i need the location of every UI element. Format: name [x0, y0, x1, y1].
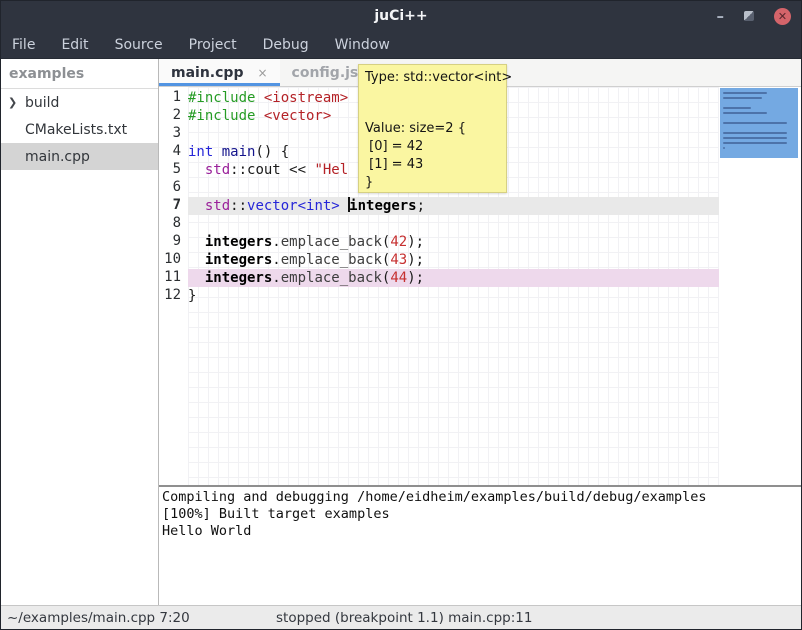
minimap-code-line — [723, 122, 787, 124]
tooltip-value-line: [1] = 43 — [365, 156, 500, 174]
minimap-code-line — [723, 107, 751, 109]
minimap-code-line — [723, 132, 787, 134]
restore-icon[interactable] — [744, 11, 754, 21]
minimap-viewport[interactable] — [720, 88, 798, 158]
console-output-line: Hello World — [162, 523, 801, 540]
code-line-12[interactable]: 12} — [159, 287, 719, 305]
file-tree-sidebar: examples ❯ build CMakeLists.txt main.cpp — [1, 59, 159, 605]
menubar: File Edit Source Project Debug Window — [1, 31, 801, 59]
menu-window[interactable]: Window — [335, 33, 390, 57]
sidebar-project-header: examples — [1, 59, 158, 89]
tooltip-value-block: Value: size=2 { [0] = 42 [1] = 43} — [365, 120, 500, 192]
line-number[interactable]: 10 — [159, 251, 188, 269]
code-line-11[interactable]: 11 integers.emplace_back(44); — [159, 269, 719, 287]
status-debug-state: stopped (breakpoint 1.1) main.cpp:11 — [276, 610, 532, 626]
minimize-icon[interactable]: – — [717, 11, 725, 21]
sidebar-item-build[interactable]: ❯ build — [1, 89, 158, 116]
tab-main-cpp[interactable]: main.cpp × — [159, 59, 280, 86]
sidebar-item-label: build — [25, 95, 59, 111]
statusbar: ~/examples/main.cpp 7:20 stopped (breakp… — [1, 605, 801, 629]
code-text — [188, 215, 719, 233]
line-number[interactable]: 5 — [159, 161, 188, 179]
line-number[interactable]: 6 — [159, 179, 188, 197]
line-number[interactable]: 9 — [159, 233, 188, 251]
minimap-code-line — [723, 142, 787, 144]
close-icon[interactable]: ✕ — [774, 8, 791, 25]
line-number[interactable]: 7 — [159, 197, 188, 215]
tooltip-value-line: } — [365, 174, 500, 192]
debug-value-tooltip: Type: std::vector<int> Value: size=2 { [… — [358, 64, 507, 193]
code-text: integers.emplace_back(44); — [188, 269, 719, 287]
menu-source[interactable]: Source — [115, 33, 163, 57]
app-window: juCi++ – ✕ File Edit Source Project Debug Win… — [0, 0, 802, 630]
menu-file[interactable]: File — [12, 33, 35, 57]
minimap[interactable] — [719, 87, 801, 485]
line-number[interactable]: 8 — [159, 215, 188, 233]
sidebar-items: ❯ build CMakeLists.txt main.cpp — [1, 89, 158, 170]
tab-label: main.cpp — [171, 65, 243, 81]
code-text: } — [188, 287, 719, 305]
minimap-code-line — [723, 92, 767, 94]
minimap-code-line — [723, 97, 762, 99]
code-line-7[interactable]: 7 std::vector<int> integers; — [159, 197, 719, 215]
tooltip-type-line: Type: std::vector<int> — [365, 69, 500, 87]
tooltip-value-line: Value: size=2 { — [365, 120, 500, 138]
window-title: juCi++ — [374, 8, 427, 24]
minimap-code-line — [723, 137, 787, 139]
line-number[interactable]: 4 — [159, 143, 188, 161]
sidebar-item-cmakelists-txt[interactable]: CMakeLists.txt — [1, 116, 158, 143]
sidebar-item-label: main.cpp — [25, 149, 90, 165]
menu-project[interactable]: Project — [189, 33, 237, 57]
sidebar-item-main-cpp[interactable]: main.cpp — [1, 143, 158, 170]
menu-edit[interactable]: Edit — [61, 33, 88, 57]
menu-debug[interactable]: Debug — [263, 33, 309, 57]
tab-close-icon[interactable]: × — [257, 66, 267, 80]
code-line-10[interactable]: 10 integers.emplace_back(43); — [159, 251, 719, 269]
titlebar: juCi++ – ✕ — [1, 1, 801, 31]
code-text: integers.emplace_back(43); — [188, 251, 719, 269]
line-number[interactable]: 12 — [159, 287, 188, 305]
code-line-9[interactable]: 9 integers.emplace_back(42); — [159, 233, 719, 251]
code-text: integers.emplace_back(42); — [188, 233, 719, 251]
line-number[interactable]: 11 — [159, 269, 188, 287]
sidebar-item-label: CMakeLists.txt — [25, 122, 127, 138]
expand-chevron-icon[interactable]: ❯ — [8, 96, 17, 109]
line-number[interactable]: 1 — [159, 89, 188, 107]
console-output-line: Compiling and debugging /home/eidheim/ex… — [162, 489, 801, 506]
debug-console[interactable]: Compiling and debugging /home/eidheim/ex… — [159, 485, 801, 605]
status-file-position: ~/examples/main.cpp 7:20 — [1, 610, 190, 626]
tooltip-value-line: [0] = 42 — [365, 138, 500, 156]
console-output-line: [100%] Built target examples — [162, 506, 801, 523]
window-controls: – ✕ — [717, 1, 792, 31]
minimap-code-line — [723, 147, 725, 149]
code-line-8[interactable]: 8 — [159, 215, 719, 233]
line-number[interactable]: 2 — [159, 107, 188, 125]
minimap-code-line — [723, 112, 767, 114]
code-text: std::vector<int> integers; — [188, 197, 719, 215]
line-number[interactable]: 3 — [159, 125, 188, 143]
